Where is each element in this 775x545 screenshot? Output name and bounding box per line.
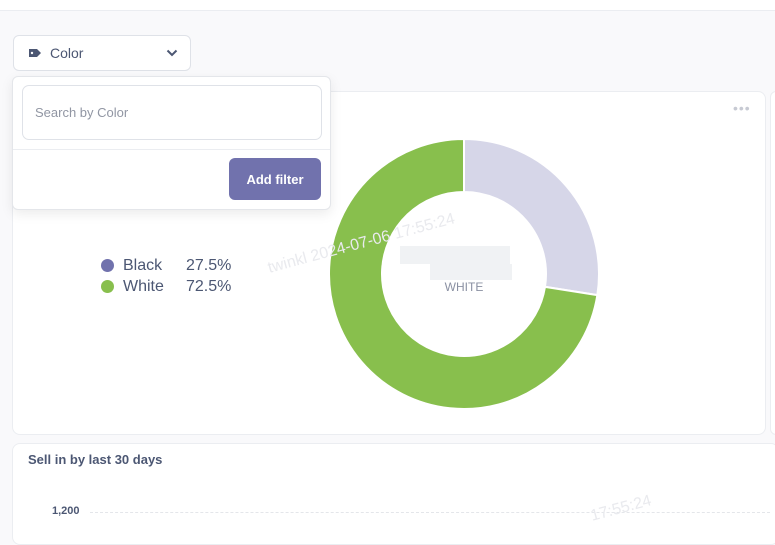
- tag-icon: [29, 49, 41, 57]
- adjacent-card: [770, 91, 775, 435]
- blurred-value: [400, 246, 510, 264]
- legend-name: White: [123, 277, 164, 295]
- legend-dot-white: [101, 280, 114, 293]
- more-icon[interactable]: •••: [733, 100, 751, 116]
- search-by-color-input[interactable]: [22, 85, 322, 140]
- donut-center-label: WHITE: [444, 280, 484, 294]
- sell-chart-title: Sell in by last 30 days: [28, 452, 163, 467]
- legend-dot-black: [101, 259, 114, 272]
- add-filter-button[interactable]: Add filter: [229, 158, 321, 200]
- legend-value: 27.5%: [186, 256, 232, 274]
- blurred-value: [430, 264, 512, 280]
- chart-legend: Black 27.5% White 72.5%: [101, 255, 231, 297]
- color-filter-button[interactable]: Color: [13, 35, 191, 71]
- legend-item-white[interactable]: White 72.5%: [101, 276, 231, 297]
- top-bar: [0, 0, 775, 11]
- legend-name: Black: [123, 256, 163, 274]
- chevron-down-icon: [166, 49, 178, 57]
- grid-line: [90, 512, 770, 513]
- filter-popover: Add filter: [12, 76, 331, 210]
- filter-label: Color: [50, 45, 84, 61]
- legend-item-black[interactable]: Black 27.5%: [101, 255, 231, 276]
- divider: [13, 149, 330, 150]
- y-tick-label: 1,200: [52, 505, 80, 517]
- legend-value: 72.5%: [186, 277, 232, 295]
